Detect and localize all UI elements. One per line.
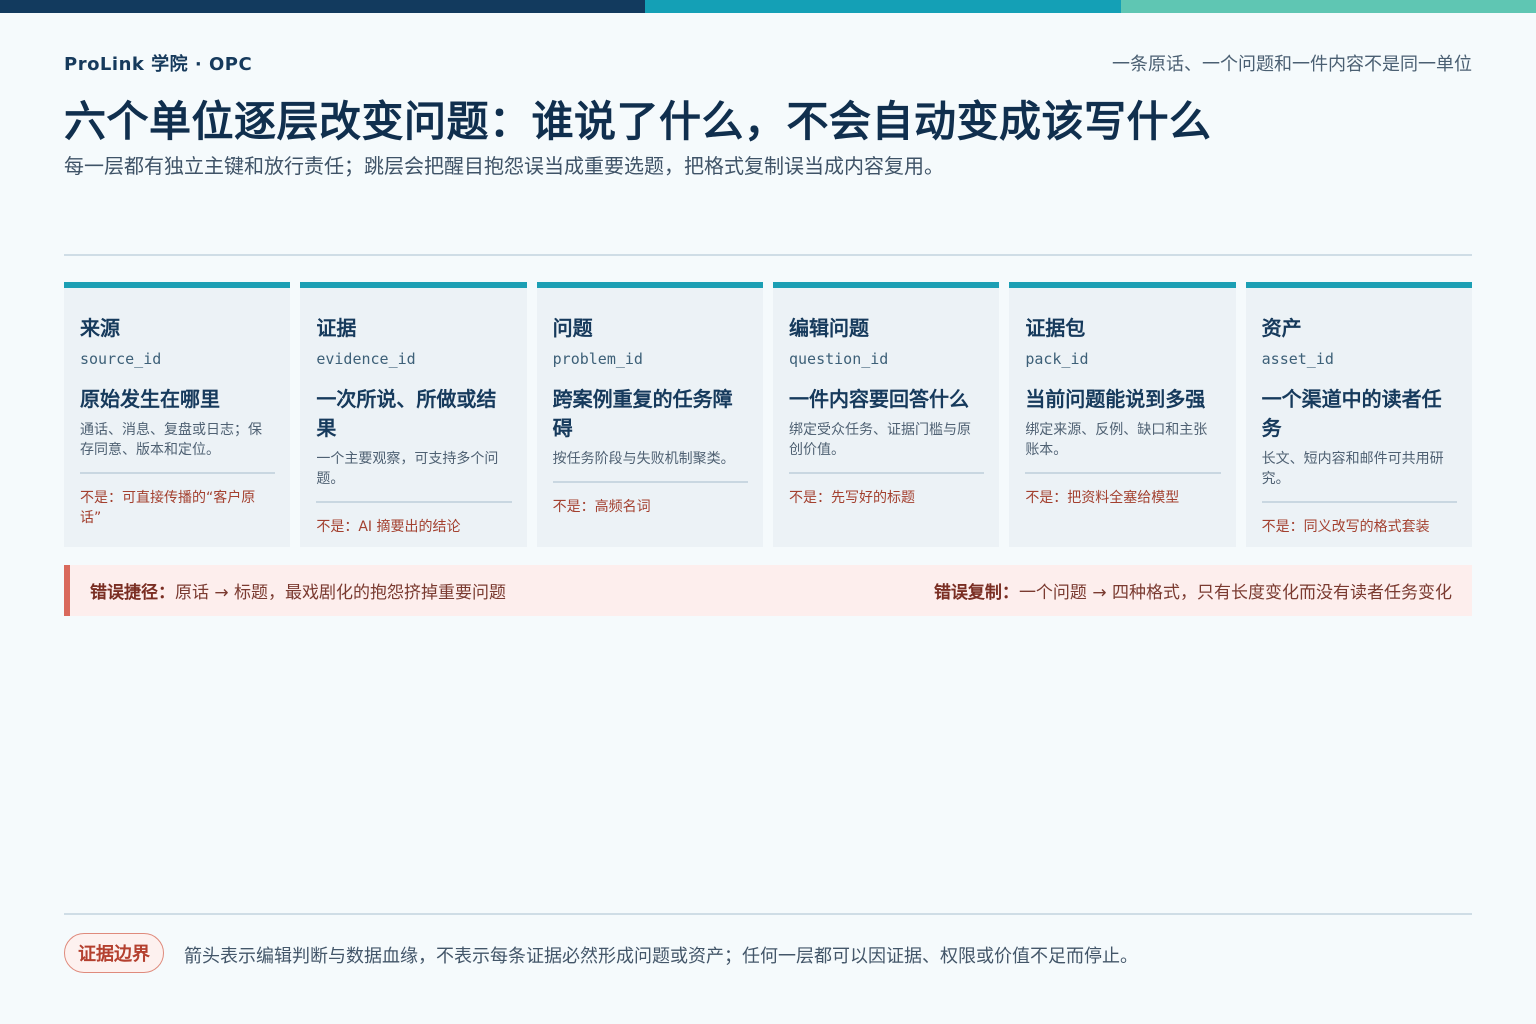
- card-key: evidence_id: [316, 350, 416, 368]
- top-bar-teal-segment: [645, 0, 1121, 13]
- bottom-divider: [64, 913, 1472, 915]
- unit-card-pack: 证据包 pack_id 当前问题能说到多强 绑定来源、反例、缺口和主张账本。 不…: [1009, 282, 1236, 547]
- warning-copy-label: 错误复制：: [933, 583, 1019, 603]
- card-not-statement: 不是：同义改写的格式套装: [1261, 519, 1430, 535]
- footer-note: 箭头表示编辑判断与数据血缘，不表示每条证据必然形成问题或资产；任何一层都可以因证…: [184, 946, 1138, 967]
- card-divider: [788, 472, 985, 474]
- card-divider: [1025, 472, 1221, 474]
- page-tagline: 一条原话、一个问题和一件内容不是同一单位: [1112, 54, 1472, 75]
- warning-copy: 错误复制：一个问题 → 四种格式，只有长度变化而没有读者任务变化: [934, 578, 1452, 603]
- top-divider: [64, 254, 1472, 256]
- card-divider: [1261, 501, 1457, 503]
- card-not-statement: 不是：把资料全塞给模型: [1025, 490, 1180, 506]
- card-description: 绑定来源、反例、缺口和主张账本。: [1025, 422, 1208, 458]
- top-color-bar: [0, 0, 1536, 13]
- unit-card-asset: 资产 asset_id 一个渠道中的读者任务 长文、短内容和邮件可共用研究。 不…: [1245, 282, 1472, 547]
- unit-card-question: 编辑问题 question_id 一件内容要回答什么 绑定受众任务、证据门槛与原…: [772, 282, 1000, 547]
- card-divider: [316, 501, 512, 503]
- warning-copy-text: 一个问题 → 四种格式，只有长度变化而没有读者任务变化: [1018, 583, 1452, 603]
- page-subtitle: 每一层都有独立主键和放行责任；跳层会把醒目抱怨误当成重要选题，把格式复制误当成内…: [64, 154, 944, 178]
- card-headline: 原始发生在哪里: [80, 387, 220, 411]
- card-name: 证据: [316, 316, 357, 340]
- card-not-statement: 不是：高频名词: [552, 499, 651, 515]
- card-not-statement: 不是：AI 摘要出的结论: [316, 519, 461, 535]
- card-headline: 一次所说、所做或结果: [316, 387, 497, 440]
- warning-shortcut-label: 错误捷径：: [90, 583, 175, 603]
- card-divider: [552, 481, 748, 483]
- warning-shortcut: 错误捷径：原话 → 标题，最戏剧化的抱怨挤掉重要问题: [90, 578, 506, 603]
- page-title: 六个单位逐层改变问题：谁说了什么，不会自动变成该写什么: [64, 97, 1212, 146]
- unit-card-problem: 问题 problem_id 跨案例重复的任务障碍 按任务阶段与失败机制聚类。 不…: [536, 282, 763, 547]
- card-name: 资产: [1261, 316, 1302, 340]
- card-description: 按任务阶段与失败机制聚类。: [552, 451, 735, 467]
- card-key: source_id: [80, 350, 162, 368]
- top-bar-mint-segment: [1121, 0, 1536, 13]
- card-description: 通话、消息、复盘或日志；保存同意、版本和定位。: [80, 422, 262, 458]
- warning-banner: 错误捷径：原话 → 标题，最戏剧化的抱怨挤掉重要问题 错误复制：一个问题 → 四…: [64, 565, 1472, 616]
- card-description: 长文、短内容和邮件可共用研究。: [1261, 451, 1444, 487]
- unit-card-evidence: 证据 evidence_id 一次所说、所做或结果 一个主要观察，可支持多个问题…: [300, 282, 527, 547]
- brand-label: ProLink 学院 · OPC: [64, 54, 253, 75]
- card-name: 来源: [80, 316, 120, 340]
- card-not-statement: 不是：先写好的标题: [788, 490, 915, 506]
- card-divider: [80, 472, 276, 474]
- card-key: question_id: [788, 350, 889, 368]
- card-description: 绑定受众任务、证据门槛与原创价值。: [788, 422, 971, 458]
- card-name: 证据包: [1025, 316, 1086, 340]
- card-headline: 跨案例重复的任务障碍: [552, 387, 733, 440]
- card-headline: 当前问题能说到多强: [1025, 387, 1206, 411]
- card-name: 问题: [552, 316, 593, 340]
- card-headline: 一件内容要回答什么: [788, 387, 969, 411]
- card-key: problem_id: [552, 350, 643, 368]
- card-headline: 一个渠道中的读者任务: [1261, 387, 1442, 440]
- warning-shortcut-text: 原话 → 标题，最戏剧化的抱怨挤掉重要问题: [175, 583, 507, 603]
- card-key: pack_id: [1025, 350, 1089, 368]
- card-not-statement: 不是：可直接传播的“客户原话”: [80, 490, 256, 526]
- card-name: 编辑问题: [788, 316, 869, 340]
- evidence-boundary-badge: 证据边界: [64, 933, 164, 973]
- card-key: asset_id: [1261, 350, 1334, 368]
- card-description: 一个主要观察，可支持多个问题。: [316, 451, 499, 487]
- unit-cards: 来源 source_id 原始发生在哪里 通话、消息、复盘或日志；保存同意、版本…: [64, 282, 1472, 547]
- unit-card-source: 来源 source_id 原始发生在哪里 通话、消息、复盘或日志；保存同意、版本…: [64, 282, 291, 547]
- top-bar-navy-segment: [0, 0, 645, 13]
